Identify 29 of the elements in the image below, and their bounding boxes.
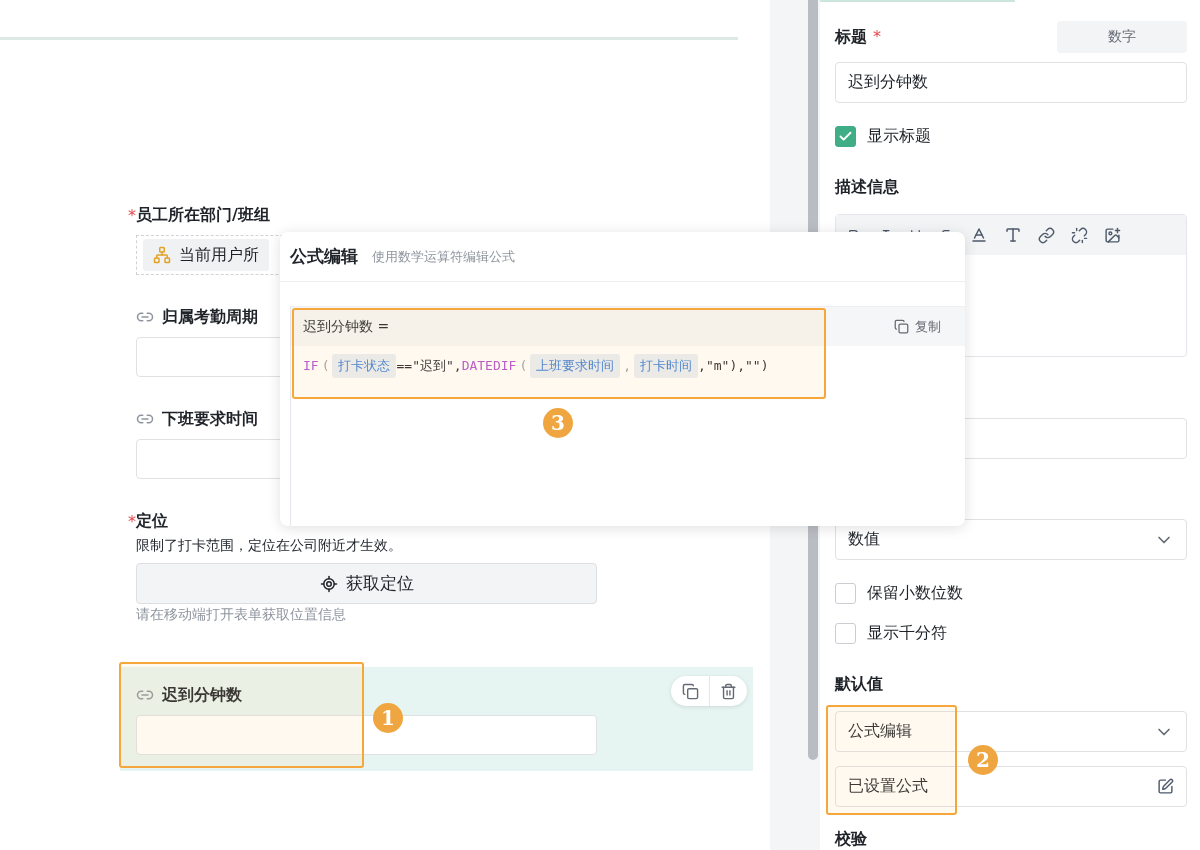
required-mark: * [128, 205, 136, 225]
punctuation: ( [519, 358, 528, 373]
field-label: 归属考勤周期 [162, 306, 258, 328]
type-tag: 数字 [1057, 21, 1187, 53]
required-mark: * [873, 26, 881, 48]
function-name: IF [303, 358, 319, 373]
field-label: 迟到分钟数 [162, 684, 242, 706]
punctuation: ( [321, 358, 330, 373]
section-label: 描述信息 [835, 177, 900, 198]
punctuation: , [623, 358, 632, 373]
required-mark: * [128, 511, 136, 531]
dialog-title: 公式编辑 [290, 245, 358, 268]
field-label: 下班要求时间 [162, 408, 258, 430]
section-label: 校验 [835, 829, 868, 850]
field-label: 定位 [136, 510, 168, 532]
formula-text: ,"m"),"") [698, 358, 769, 373]
checkbox-label: 显示标题 [867, 125, 931, 147]
department-chip: 当前用户所 [143, 239, 269, 271]
field-description: 限制了打卡范围，定位在公司附近才生效。 [136, 537, 403, 555]
field-label: 员工所在部门/班组 [136, 204, 270, 226]
title-label: 标题 [835, 26, 867, 48]
formula-text: =="迟到", [396, 356, 462, 375]
checkbox-label: 显示千分符 [867, 622, 947, 644]
dialog-subtitle: 使用数学运算符编辑公式 [372, 247, 515, 266]
formula-name: 迟到分钟数 = [303, 317, 390, 336]
checkbox-label: 保留小数位数 [867, 582, 963, 604]
field-hint: 请在移动端打开表单获取位置信息 [136, 606, 347, 624]
section-label: 默认值 [835, 674, 884, 695]
function-name: DATEDIF [461, 358, 517, 373]
